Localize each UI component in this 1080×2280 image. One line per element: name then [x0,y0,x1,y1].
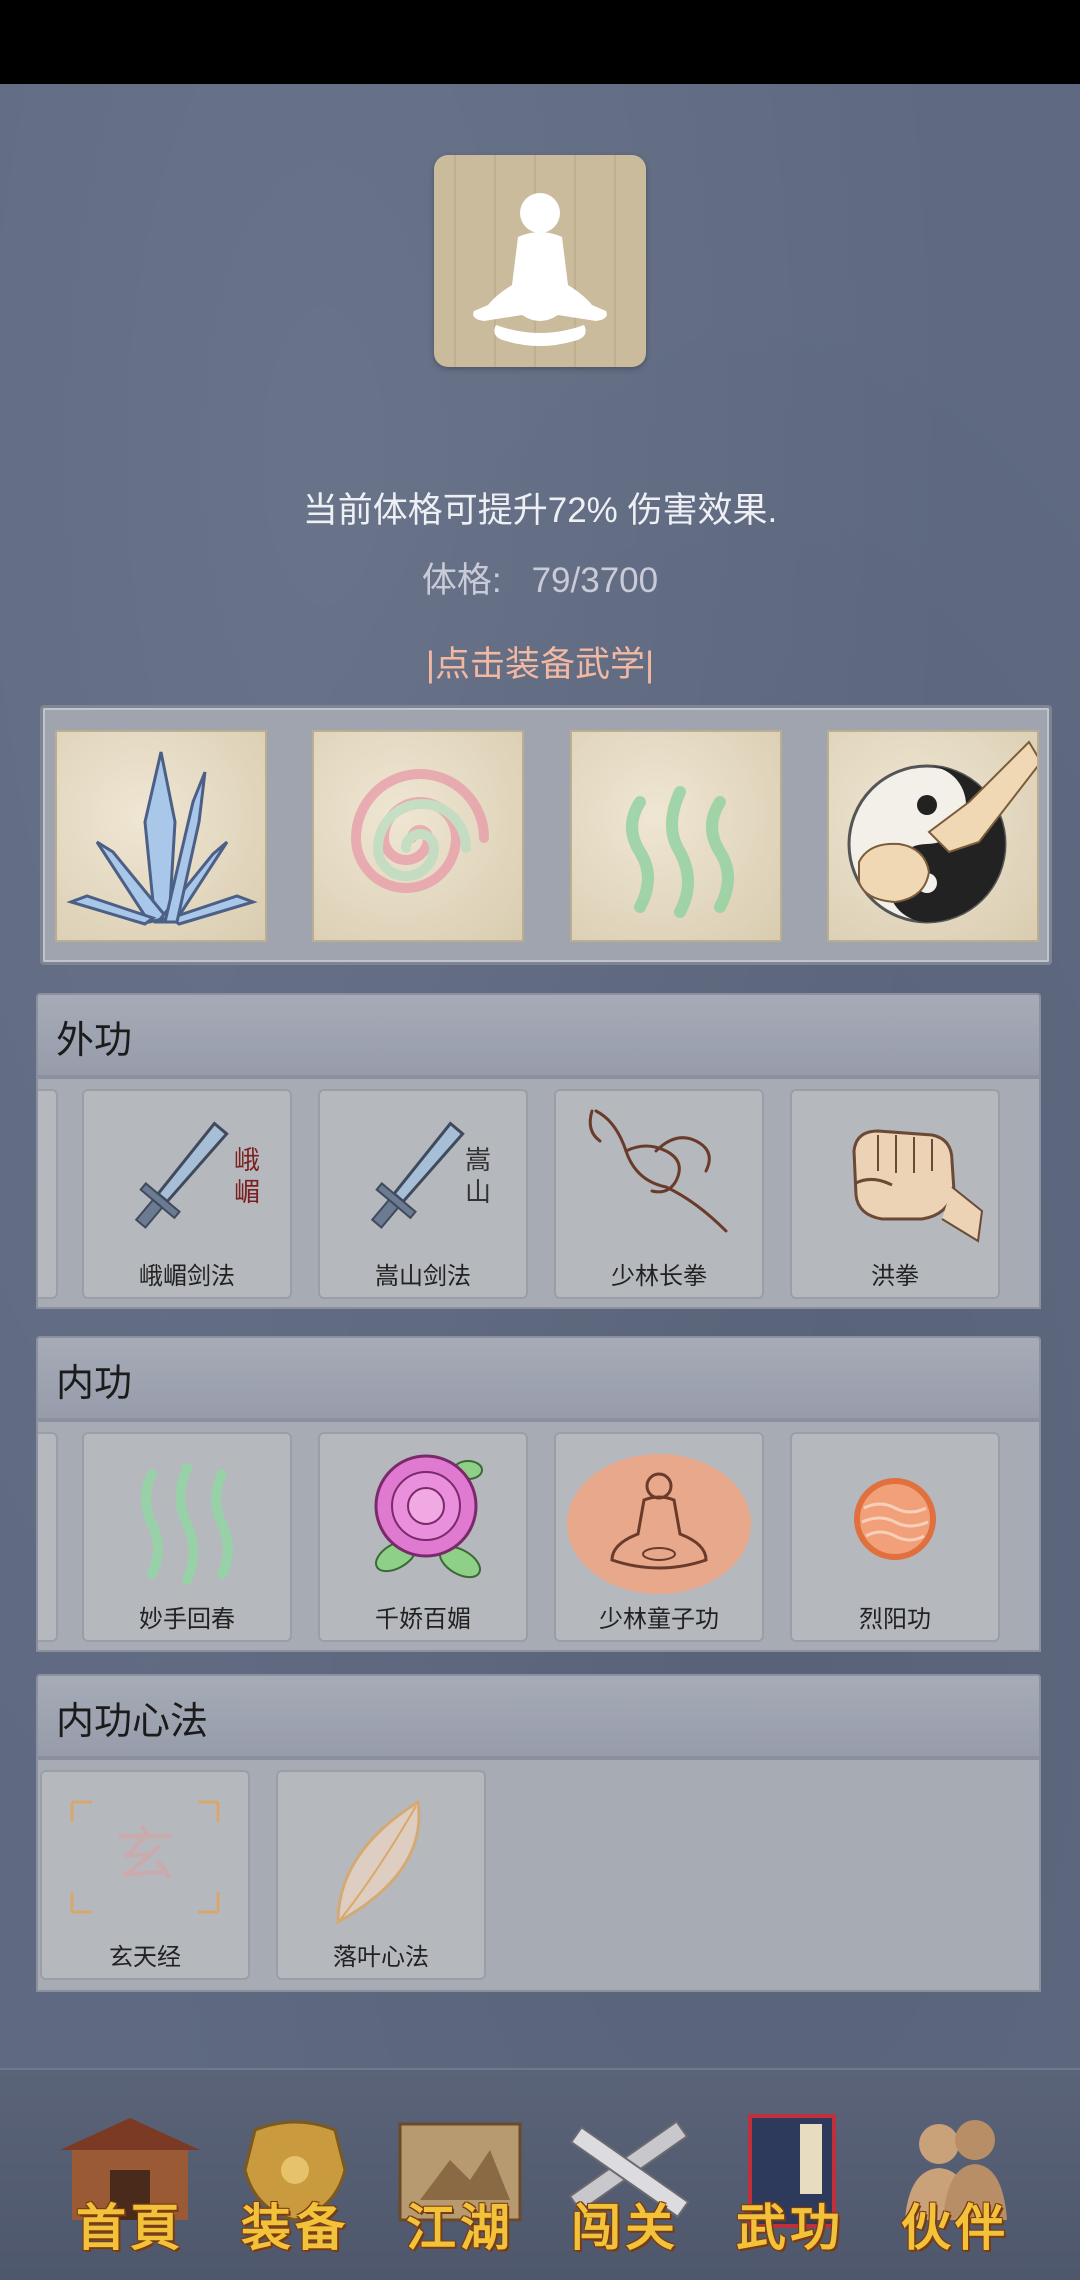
meditating-monk-icon [567,1454,751,1594]
crystal-blades-icon [66,751,258,926]
status-bar [0,0,1080,84]
nav-equipment[interactable]: 装备 [215,2110,375,2260]
taiji-fist-icon [847,740,1037,924]
svg-text:嵩: 嵩 [465,1146,491,1176]
nav-label: 武功 [736,2198,844,2257]
xuan-mark: 玄 [115,1821,175,1891]
nav-martial-arts[interactable]: 武功 [710,2110,870,2260]
skill-card-xuantian[interactable]: 玄 玄天经 [40,1770,250,1980]
constitution-stat: 体格: 79/3700 [0,552,1080,603]
skill-label: 峨嵋剑法 [139,1262,235,1290]
svg-text:山: 山 [465,1178,491,1208]
equipped-slot-1[interactable] [55,730,267,942]
skill-label: 少林长拳 [611,1262,707,1290]
meditation-avatar[interactable] [434,155,646,367]
equipped-slot-2[interactable] [312,730,524,942]
skill-label: 少林童子功 [599,1605,719,1633]
external-skills-header: 外功 [36,993,1041,1077]
shaolin-fist-icon [588,1109,728,1233]
meditating-figure-icon [473,193,607,346]
nav-label: 伙伴 [901,2198,1009,2257]
equipped-slot-4[interactable] [827,730,1039,942]
skill-label: 烈阳功 [859,1605,931,1633]
skill-label: 玄天经 [109,1943,181,1971]
skill-card-partial[interactable] [38,1432,58,1642]
skill-label: 千娇百媚 [375,1605,471,1633]
emei-sword-icon: 峨 嵋 [134,1121,260,1229]
internal-skills-list[interactable]: 妙手回春 千娇百媚 少林童子功 烈阳功 [36,1420,1041,1652]
equip-martial-arts-link[interactable]: |点击装备武学| [0,636,1080,687]
hong-fist-icon [852,1129,984,1243]
skill-label: 洪拳 [871,1262,919,1290]
mind-method-header: 内功心法 [36,1674,1041,1758]
external-skills-list[interactable]: 峨 嵋 峨嵋剑法 嵩 山 嵩山剑法 少林长拳 洪拳 [36,1077,1041,1309]
skill-label: 妙手回春 [139,1605,235,1633]
green-waves-icon [141,1463,233,1585]
nav-label: 首頁 [76,2198,184,2257]
pink-swirl-icon [350,769,489,893]
nav-challenge[interactable]: 闯关 [545,2110,705,2260]
skill-label: 嵩山剑法 [375,1262,471,1290]
nav-companions[interactable]: 伙伴 [875,2110,1035,2260]
skill-card-songshan-sword[interactable]: 嵩 山 嵩山剑法 [318,1089,528,1299]
nav-label: 闯关 [571,2198,679,2257]
skill-card-miaoshou[interactable]: 妙手回春 [82,1432,292,1642]
sun-orb-icon [854,1478,936,1560]
nav-label: 江湖 [406,2198,514,2257]
mind-method-list[interactable]: 玄 玄天经 落叶心法 [36,1758,1041,1992]
songshan-sword-icon: 嵩 山 [370,1121,491,1229]
skill-card-emei-sword[interactable]: 峨 嵋 峨嵋剑法 [82,1089,292,1299]
bottom-navigation: 首頁 装备 江湖 闯关 武功 伙伴 [0,2068,1080,2280]
skill-card-shaolin-fist[interactable]: 少林长拳 [554,1089,764,1299]
emei-mark: 峨 [234,1146,260,1176]
damage-effect-text: 当前体格可提升72% 伤害效果. [302,491,778,530]
constitution-label: 体格: [421,561,502,600]
xuan-seal-icon: 玄 [70,1800,220,1914]
equipped-slot-3[interactable] [570,730,782,942]
skill-card-qianjiao[interactable]: 千娇百媚 [318,1432,528,1642]
equipped-skills-panel [40,705,1052,965]
skill-card-partial[interactable] [38,1089,58,1299]
rose-icon [374,1454,483,1579]
section-title: 内功心法 [56,1699,209,1743]
constitution-value: 79/3700 [531,561,659,600]
skill-card-shaolin-tongzi[interactable]: 少林童子功 [554,1432,764,1642]
skill-card-lieyang[interactable]: 烈阳功 [790,1432,1000,1642]
leaf-icon [336,1799,421,1925]
section-title: 外功 [56,1018,133,1062]
internal-skills-header: 内功 [36,1336,1041,1420]
skill-card-hong-fist[interactable]: 洪拳 [790,1089,1000,1299]
section-title: 内功 [56,1361,133,1405]
skill-card-luoye[interactable]: 落叶心法 [276,1770,486,1980]
nav-label: 装备 [241,2198,349,2257]
svg-text:嵋: 嵋 [234,1178,260,1208]
nav-home[interactable]: 首頁 [50,2110,210,2260]
green-waves-icon [626,786,734,918]
nav-jianghu[interactable]: 江湖 [380,2110,540,2260]
skill-label: 落叶心法 [333,1943,429,1971]
